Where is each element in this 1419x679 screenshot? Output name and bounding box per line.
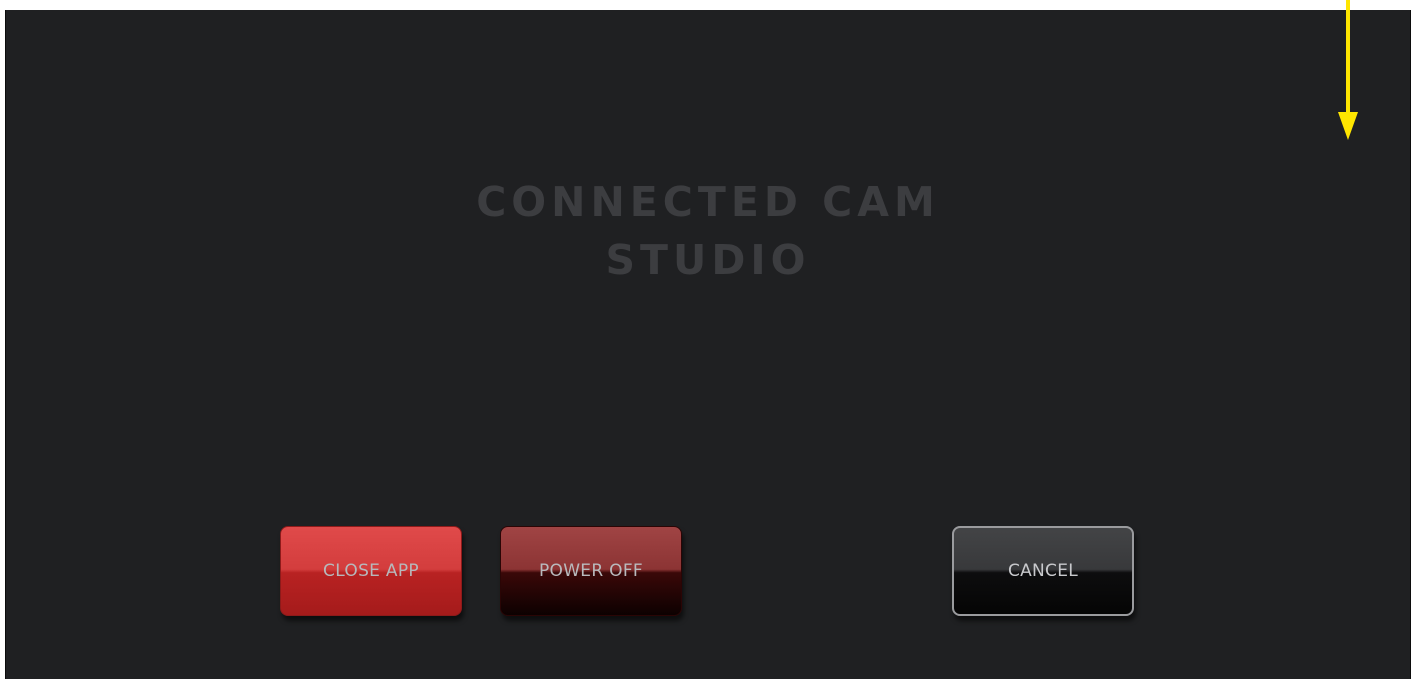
cancel-label: CANCEL [1007,561,1079,581]
power-off-button[interactable]: POWER OFF [500,526,682,616]
app-title: CONNECTED CAM STUDIO [6,173,1410,289]
shutdown-dialog: CONNECTED CAM STUDIO CLOSE APP POWER OFF… [5,10,1411,679]
close-app-button[interactable]: CLOSE APP [280,526,462,616]
cancel-button[interactable]: CANCEL [952,526,1134,616]
app-title-line-2: STUDIO [605,236,811,284]
power-off-label: POWER OFF [538,561,644,581]
down-arrow-icon [1338,0,1358,140]
close-app-label: CLOSE APP [323,561,419,581]
app-title-line-1: CONNECTED CAM [476,178,940,226]
